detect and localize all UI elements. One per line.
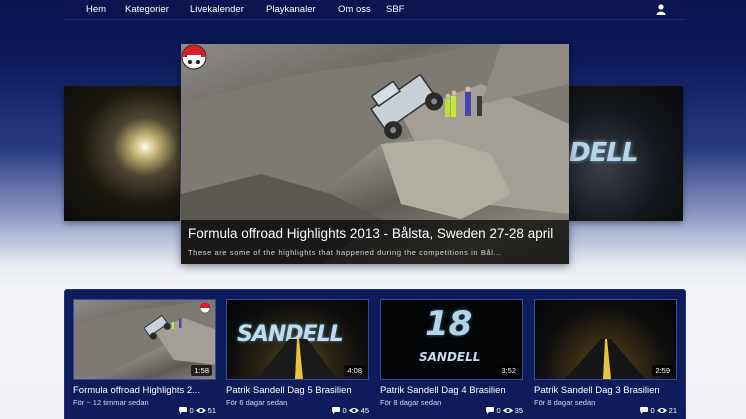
- comment-count: 0: [342, 406, 347, 415]
- video-card[interactable]: 1:58 Formula offroad Highlights 2... För…: [73, 299, 216, 407]
- nav-playkanaler[interactable]: Playkanaler: [266, 4, 316, 15]
- featured-description: These are some of the highlights that ha…: [188, 248, 502, 257]
- video-duration: 1:58: [191, 365, 212, 376]
- nav-om-oss[interactable]: Om oss: [338, 4, 371, 15]
- view-count: 21: [668, 406, 677, 415]
- video-title[interactable]: Patrik Sandell Dag 3 Brasilien: [534, 385, 677, 396]
- video-card[interactable]: 2:59 Patrik Sandell Dag 3 Brasilien För …: [534, 299, 677, 407]
- video-card[interactable]: SANDELL 4:08 Patrik Sandell Dag 5 Brasil…: [226, 299, 369, 407]
- video-thumbnail[interactable]: SANDELL 4:08: [226, 299, 369, 380]
- featured-video-slide[interactable]: Formula offroad Highlights 2013 - Bålsta…: [181, 44, 569, 264]
- nav-livekalender[interactable]: Livekalender: [190, 4, 244, 15]
- video-duration: 2:59: [652, 365, 673, 376]
- nav-sbf[interactable]: SBF: [386, 4, 404, 15]
- eye-icon: [195, 408, 206, 413]
- carousel-next-slide[interactable]: DELL: [569, 86, 683, 221]
- comment-icon: [332, 407, 341, 414]
- video-title[interactable]: Formula offroad Highlights 2...: [73, 385, 216, 396]
- featured-caption: Formula offroad Highlights 2013 - Bålsta…: [181, 220, 569, 264]
- video-grid-panel: 1:58 Formula offroad Highlights 2... För…: [64, 289, 686, 419]
- comment-count: 0: [496, 406, 501, 415]
- nav-hem[interactable]: Hem: [86, 4, 106, 15]
- video-stats: 0 51: [65, 406, 216, 415]
- video-thumbnail[interactable]: 18 SANDELL 3:52: [380, 299, 523, 380]
- comment-count: 0: [650, 406, 655, 415]
- top-navbar: Hem Kategorier Livekalender Playkanaler …: [64, 0, 686, 20]
- thumbnail-wordmark: SANDELL: [419, 350, 481, 364]
- eye-icon: [348, 408, 359, 413]
- comment-icon: [486, 407, 495, 414]
- video-thumbnail[interactable]: 2:59: [534, 299, 677, 380]
- comment-count: 0: [189, 406, 194, 415]
- carousel-prev-slide[interactable]: [64, 86, 180, 221]
- eye-icon: [502, 408, 513, 413]
- slide-wordmark: DELL: [569, 138, 638, 168]
- video-stats: 0 21: [534, 406, 677, 415]
- user-icon[interactable]: [656, 4, 666, 15]
- video-stats: 0 35: [380, 406, 523, 415]
- view-count: 51: [207, 406, 216, 415]
- comment-icon: [179, 407, 188, 414]
- video-card[interactable]: 18 SANDELL 3:52 Patrik Sandell Dag 4 Bra…: [380, 299, 523, 407]
- thumbnail-number: 18: [425, 304, 473, 344]
- video-duration: 3:52: [498, 365, 519, 376]
- featured-title[interactable]: Formula offroad Highlights 2013 - Bålsta…: [188, 226, 553, 241]
- sbf-logo-icon: [181, 44, 207, 70]
- nav-kategorier[interactable]: Kategorier: [125, 4, 169, 15]
- video-title[interactable]: Patrik Sandell Dag 4 Brasilien: [380, 385, 523, 396]
- video-title[interactable]: Patrik Sandell Dag 5 Brasilien: [226, 385, 369, 396]
- video-thumbnail[interactable]: 1:58: [73, 299, 216, 380]
- eye-icon: [656, 408, 667, 413]
- view-count: 35: [514, 406, 523, 415]
- video-stats: 0 45: [226, 406, 369, 415]
- comment-icon: [640, 407, 649, 414]
- video-duration: 4:08: [344, 365, 365, 376]
- view-count: 45: [360, 406, 369, 415]
